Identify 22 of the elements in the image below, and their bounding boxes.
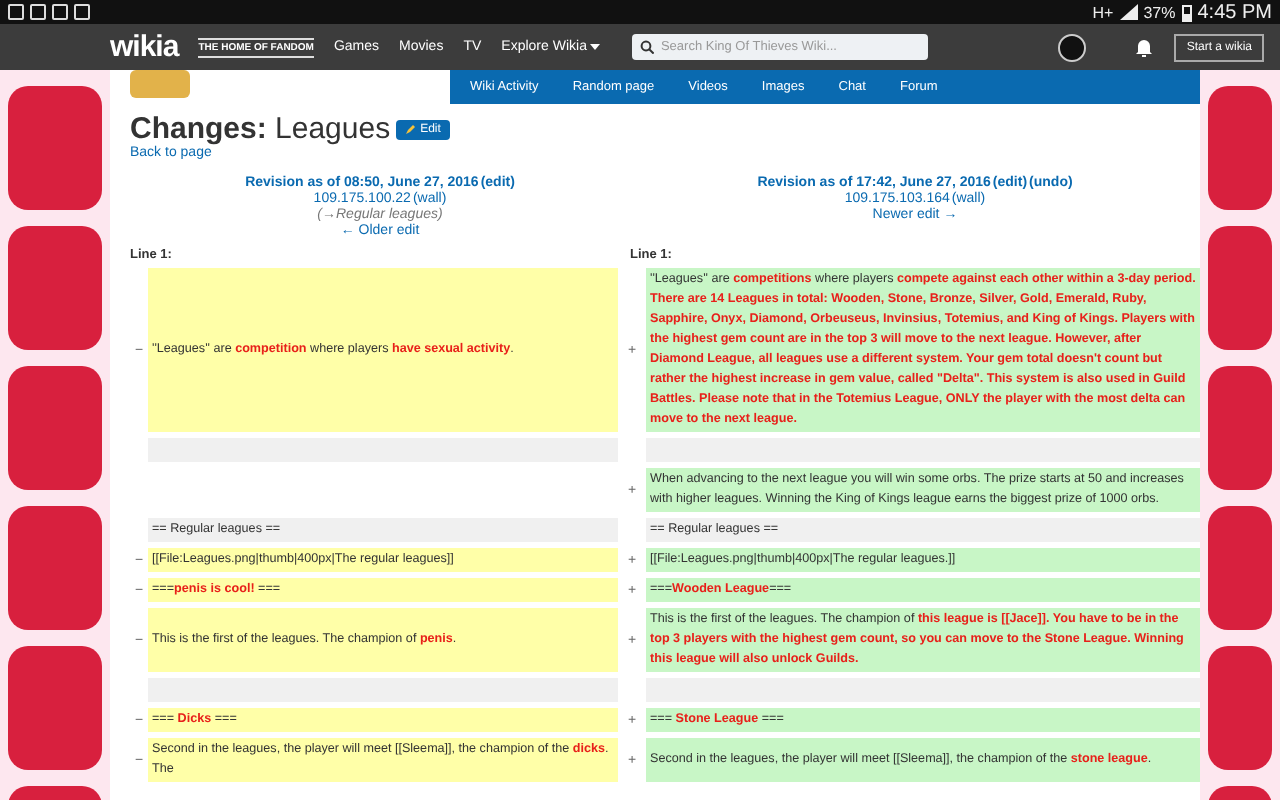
app-icon-tile [1208, 226, 1272, 350]
clock: 4:45 PM [1197, 1, 1272, 23]
battery-percent: 37% [1143, 3, 1176, 21]
app-icon-tile [8, 506, 102, 630]
network-type: H+ [1092, 3, 1114, 21]
bell-icon[interactable] [1134, 37, 1155, 57]
battery-icon [1181, 3, 1192, 21]
app-icon-tile [1208, 86, 1272, 210]
search-icon [640, 40, 655, 54]
app-icon-tile [8, 646, 102, 770]
wikia-logo[interactable]: wikia [110, 30, 179, 64]
app-icon-tile [8, 86, 102, 210]
app-icon-tile [8, 226, 102, 350]
app-icon-tile [1208, 646, 1272, 770]
caret-icon[interactable] [590, 44, 601, 50]
page-title: Changes: Leagues [130, 112, 391, 146]
pencil-icon [406, 124, 417, 134]
app-icon-tile [1208, 366, 1272, 490]
app-icon-tile [1208, 506, 1272, 630]
signal-icon [1119, 4, 1138, 20]
avatar[interactable] [1058, 33, 1087, 61]
app-icon-tile [8, 366, 102, 490]
